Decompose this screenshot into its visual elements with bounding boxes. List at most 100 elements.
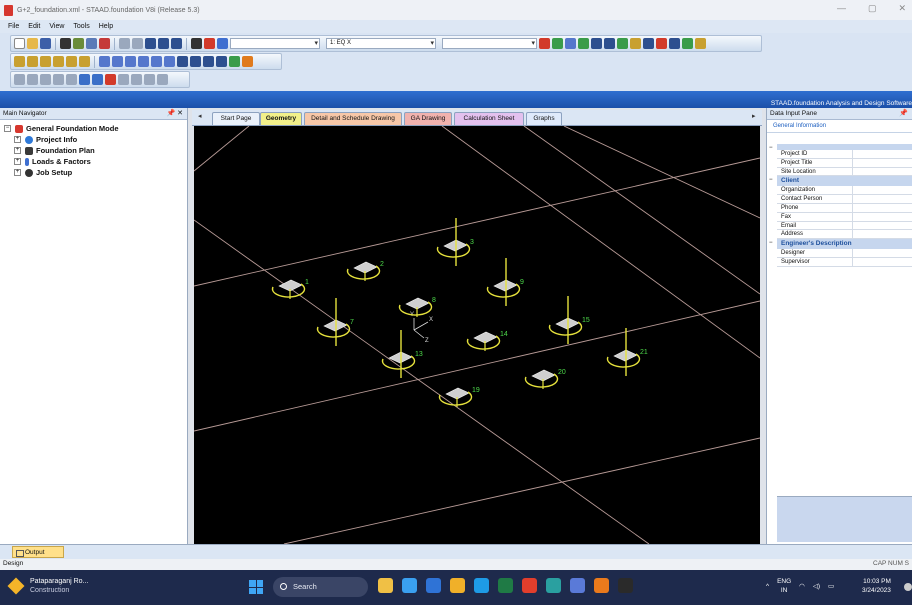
load-icon[interactable] xyxy=(539,38,550,49)
tab-graphs[interactable]: Graphs xyxy=(526,112,562,125)
show-hidden-icons-icon[interactable]: ^ xyxy=(766,582,769,591)
menu-file[interactable]: File xyxy=(8,23,19,30)
save-icon[interactable] xyxy=(40,38,51,49)
taskbar-app-icon[interactable] xyxy=(618,578,633,593)
grid-row[interactable]: Project Title xyxy=(777,158,912,168)
notification-icon[interactable] xyxy=(904,583,912,591)
cut-icon[interactable] xyxy=(60,38,71,49)
tree-item-foundation-plan[interactable]: + Foundation Plan xyxy=(4,145,187,156)
render-icon[interactable] xyxy=(242,56,253,67)
output-tab[interactable]: Output xyxy=(12,546,64,558)
footing-node[interactable]: 8 xyxy=(398,297,436,317)
view-top-icon[interactable] xyxy=(66,56,77,67)
language-indicator[interactable]: ENG IN xyxy=(777,577,791,595)
grid-row[interactable]: Fax xyxy=(777,212,912,222)
select-fence-icon[interactable] xyxy=(144,74,155,85)
rotate-y-icon[interactable] xyxy=(112,56,123,67)
tab-scroll-left-icon[interactable]: ◂ xyxy=(198,112,202,120)
design-icon[interactable] xyxy=(656,38,667,49)
grid-row[interactable]: Site Location xyxy=(777,167,912,177)
maximize-button[interactable]: ▢ xyxy=(868,3,877,14)
redo-icon[interactable] xyxy=(132,38,143,49)
grid-cat-engineer[interactable]: − Engineer's Description xyxy=(769,239,912,250)
footing-node[interactable]: 13 xyxy=(381,330,423,378)
taskbar-app-icon[interactable] xyxy=(594,578,609,593)
start-button[interactable] xyxy=(249,580,263,594)
view-back-icon[interactable] xyxy=(27,56,38,67)
model-canvas[interactable]: Y X Z 123789131415192021 xyxy=(193,125,761,545)
property-combo[interactable] xyxy=(442,38,537,49)
grid-row[interactable]: Phone xyxy=(777,203,912,213)
select-window-icon[interactable] xyxy=(131,74,142,85)
select-all-icon[interactable] xyxy=(118,74,129,85)
taskbar-app-icon[interactable] xyxy=(426,578,441,593)
refresh-icon[interactable] xyxy=(229,56,240,67)
footing-node[interactable]: 9 xyxy=(486,258,524,306)
taskbar-clock[interactable]: 10:03 PM 3/24/2023 xyxy=(862,577,891,595)
copy-icon[interactable] xyxy=(73,38,84,49)
menu-view[interactable]: View xyxy=(49,23,64,30)
minimize-button[interactable]: — xyxy=(837,3,846,14)
view-right-icon[interactable] xyxy=(53,56,64,67)
zoom-in-icon[interactable] xyxy=(177,56,188,67)
taskbar-weather-widget[interactable]: Pataparaganj Ro... Construction xyxy=(7,577,88,595)
taskbar-app-icon[interactable] xyxy=(378,578,393,593)
footing-node[interactable]: 14 xyxy=(466,331,508,351)
print-icon[interactable] xyxy=(145,38,156,49)
geometry-viewport[interactable]: Y X Z 1 2 3 7 8 9 13 14 15 19 20 21 xyxy=(193,125,761,545)
tab-calculation-sheet[interactable]: Calculation Sheet xyxy=(454,112,524,125)
zoom-window-icon[interactable] xyxy=(203,56,214,67)
footing-node[interactable]: 19 xyxy=(438,387,480,407)
expand-icon[interactable]: + xyxy=(14,169,21,176)
orbit-icon[interactable] xyxy=(151,56,162,67)
zoom-extents-icon[interactable] xyxy=(216,56,227,67)
taskbar-search[interactable]: Search xyxy=(273,577,368,597)
tree-root[interactable]: − General Foundation Mode xyxy=(4,123,187,134)
grid-row[interactable]: Supervisor xyxy=(777,257,912,267)
tree-item-project-info[interactable]: + Project Info xyxy=(4,134,187,145)
grid-row[interactable]: Address xyxy=(777,230,912,240)
footing-node[interactable]: 2 xyxy=(346,261,384,281)
grid-cat-client[interactable]: − Client xyxy=(769,176,912,187)
member-icon[interactable] xyxy=(578,38,589,49)
select-load-icon[interactable] xyxy=(105,74,116,85)
grid-cat-general[interactable]: − xyxy=(769,144,912,151)
view-left-icon[interactable] xyxy=(40,56,51,67)
check-icon[interactable] xyxy=(682,38,693,49)
spin-icon[interactable] xyxy=(164,56,175,67)
report-icon[interactable] xyxy=(171,38,182,49)
wifi-icon[interactable]: ◠ xyxy=(799,582,805,591)
data-pane-pin-icon[interactable]: 📌 xyxy=(899,109,908,117)
footing-node[interactable]: 20 xyxy=(524,369,566,389)
table-icon[interactable] xyxy=(669,38,680,49)
select-plate-icon[interactable] xyxy=(53,74,64,85)
about-icon[interactable] xyxy=(217,38,228,49)
grid-row[interactable]: Contact Person xyxy=(777,195,912,204)
user-icon[interactable] xyxy=(695,38,706,49)
footing-node[interactable]: 3 xyxy=(436,218,474,266)
print-preview-icon[interactable] xyxy=(158,38,169,49)
taskbar-app-icon[interactable] xyxy=(570,578,585,593)
help-icon[interactable] xyxy=(204,38,215,49)
rotate-x-icon[interactable] xyxy=(99,56,110,67)
rotate-z-icon[interactable] xyxy=(125,56,136,67)
new-file-icon[interactable] xyxy=(14,38,25,49)
taskbar-app-icon[interactable] xyxy=(402,578,417,593)
taskbar-app-icon[interactable] xyxy=(546,578,561,593)
collapse-icon[interactable]: − xyxy=(4,125,11,132)
open-folder-icon[interactable] xyxy=(27,38,38,49)
menu-edit[interactable]: Edit xyxy=(28,23,40,30)
mat-icon[interactable] xyxy=(630,38,641,49)
volume-icon[interactable]: ◁) xyxy=(813,582,820,591)
select-beam-icon[interactable] xyxy=(40,74,51,85)
select-node-icon[interactable] xyxy=(27,74,38,85)
pile-icon[interactable] xyxy=(617,38,628,49)
tab-detail-schedule-drawing[interactable]: Detail and Schedule Drawing xyxy=(304,112,402,125)
close-button[interactable]: ✕ xyxy=(898,3,906,14)
expand-icon[interactable]: + xyxy=(14,136,21,143)
tab-ga-drawing[interactable]: GA Drawing xyxy=(404,112,452,125)
tab-scroll-right-icon[interactable]: ▸ xyxy=(752,112,756,120)
menu-help[interactable]: Help xyxy=(99,23,113,30)
delete-icon[interactable] xyxy=(99,38,110,49)
load-case-combo[interactable]: 1: EQ X xyxy=(326,38,436,49)
